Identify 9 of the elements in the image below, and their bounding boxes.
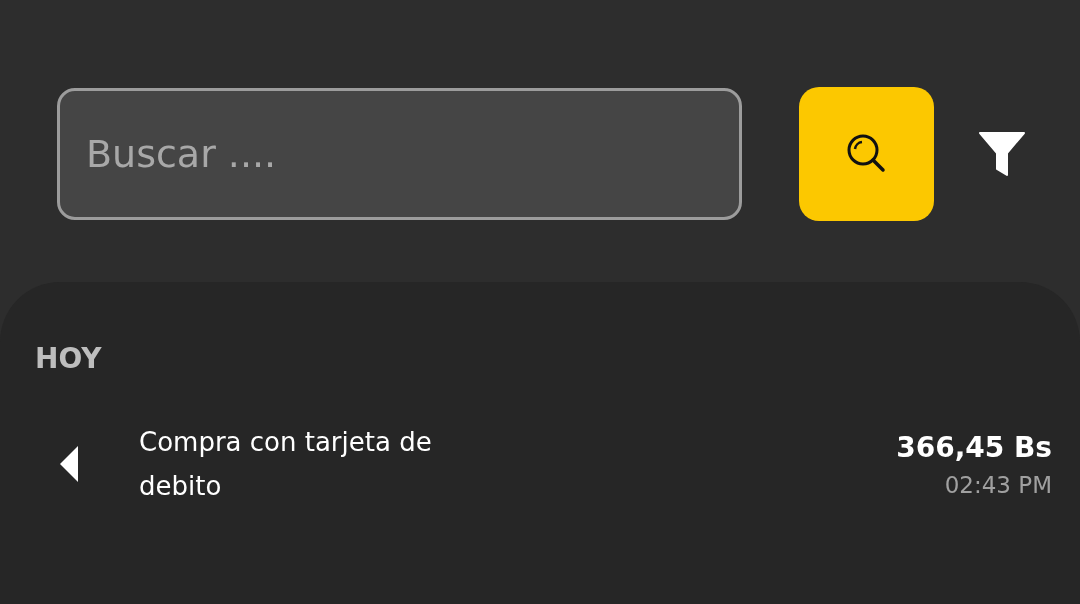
- filter-icon: [978, 131, 1026, 177]
- transaction-description: Compra con tarjeta de debito: [139, 426, 433, 503]
- triangle-left-icon: [59, 445, 79, 483]
- transaction-time: 02:43 PM: [944, 471, 1052, 498]
- section-title: HOY: [35, 342, 103, 375]
- filter-button[interactable]: [978, 131, 1026, 177]
- transaction-amount: 366,45 Bs: [896, 430, 1052, 464]
- search-field[interactable]: Buscar ....: [57, 88, 742, 220]
- search-button[interactable]: [799, 87, 934, 221]
